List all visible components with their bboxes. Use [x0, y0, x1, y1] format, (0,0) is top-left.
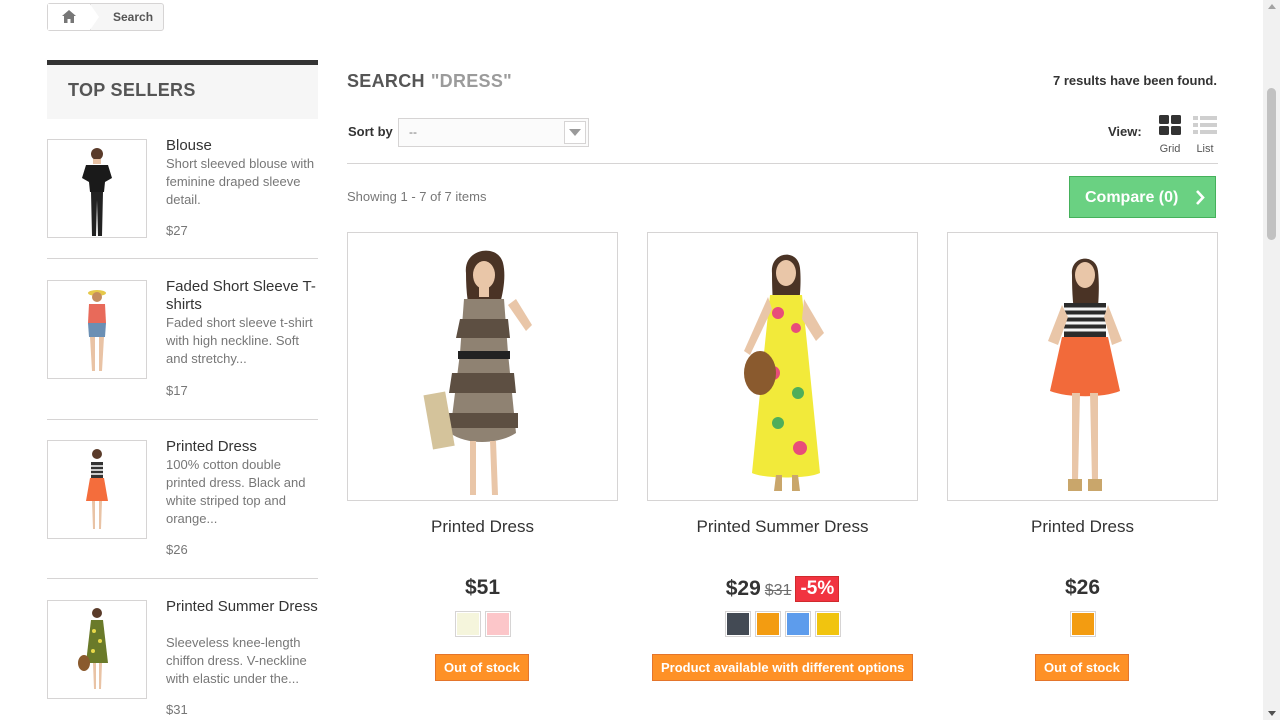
product-old-price: $31 — [764, 582, 792, 599]
view-list-button[interactable]: List — [1190, 114, 1220, 155]
top-seller-price: $27 — [166, 223, 188, 238]
top-seller-name[interactable]: Printed Summer Dress — [166, 598, 318, 616]
breadcrumb-home-link[interactable] — [48, 4, 91, 30]
breadcrumb-separator — [90, 4, 99, 30]
results-count: 7 results have been found. — [1053, 73, 1217, 88]
product-price: $26 — [1064, 576, 1101, 599]
top-seller-thumbnail[interactable] — [47, 600, 147, 699]
search-heading-label: SEARCH — [347, 71, 425, 91]
top-seller-description: 100% cotton double printed dress. Black … — [166, 457, 306, 526]
product-image[interactable] — [647, 232, 918, 501]
product-image[interactable] — [947, 232, 1218, 501]
top-seller-name[interactable]: Faded Short Sleeve T-shirts — [166, 278, 318, 314]
availability-badge: Out of stock — [435, 654, 529, 681]
chevron-down-icon[interactable] — [564, 121, 586, 144]
color-swatches — [947, 611, 1218, 637]
color-swatch[interactable] — [454, 611, 481, 637]
color-swatch[interactable] — [724, 611, 751, 637]
top-seller-description: Faded short sleeve t-shirt with high nec… — [166, 315, 313, 366]
divider — [347, 163, 1218, 164]
top-seller-thumbnail[interactable] — [47, 280, 147, 379]
view-list-label: List — [1196, 143, 1214, 155]
product-price-row: $29 $31 -5% — [647, 576, 918, 602]
scroll-down-arrow-icon[interactable] — [1268, 711, 1276, 716]
top-seller-name[interactable]: Blouse — [166, 137, 318, 155]
compare-button-label: Compare (0) — [1085, 189, 1179, 206]
breadcrumb-current: Search — [113, 10, 154, 24]
color-swatch[interactable] — [484, 611, 511, 637]
compare-button[interactable]: Compare (0) — [1069, 176, 1216, 218]
top-seller-price: $31 — [166, 702, 188, 717]
product-name[interactable]: Printed Dress — [347, 517, 618, 537]
chevron-right-icon — [1196, 190, 1205, 205]
top-sellers-title[interactable]: TOP SELLERS — [68, 80, 196, 101]
color-swatch[interactable] — [814, 611, 841, 637]
grid-icon — [1159, 115, 1181, 135]
product-price-row: $26 — [947, 576, 1218, 600]
divider — [47, 578, 318, 579]
scroll-up-arrow-icon[interactable] — [1268, 4, 1276, 9]
home-icon — [62, 10, 76, 23]
top-seller-name[interactable]: Printed Dress — [166, 438, 318, 456]
availability-badge: Product available with different options — [652, 654, 914, 681]
product-price-row: $51 — [347, 576, 618, 600]
breadcrumb: Search — [47, 3, 164, 31]
top-seller-description: Short sleeved blouse with feminine drape… — [166, 156, 315, 207]
top-sellers-header: TOP SELLERS — [47, 60, 318, 119]
color-swatch[interactable] — [1069, 611, 1096, 637]
top-seller-thumbnail[interactable] — [47, 139, 147, 238]
product-image[interactable] — [347, 232, 618, 501]
sort-by-select[interactable]: -- — [398, 118, 589, 147]
top-seller-thumbnail[interactable] — [47, 440, 147, 539]
product-name[interactable]: Printed Summer Dress — [647, 517, 918, 537]
search-term: "DRESS" — [430, 71, 512, 91]
color-swatches — [347, 611, 618, 637]
page-scrollbar[interactable] — [1263, 0, 1280, 720]
view-grid-label: Grid — [1159, 143, 1181, 155]
sort-by-value: -- — [409, 125, 417, 139]
divider — [47, 419, 318, 420]
top-seller-price: $26 — [166, 542, 188, 557]
product-name[interactable]: Printed Dress — [947, 517, 1218, 537]
color-swatches — [647, 611, 918, 637]
page-title: SEARCH "DRESS" — [347, 71, 512, 92]
product-price: $29 — [725, 577, 761, 600]
product-price: $51 — [464, 576, 501, 599]
availability-badge: Out of stock — [1035, 654, 1129, 681]
scroll-thumb[interactable] — [1267, 88, 1276, 240]
color-swatch[interactable] — [784, 611, 811, 637]
view-label: View: — [1108, 124, 1142, 139]
divider — [47, 258, 318, 259]
top-seller-description: Sleeveless knee-length chiffon dress. V-… — [166, 635, 307, 686]
sort-by-label: Sort by — [348, 124, 393, 139]
top-seller-price: $17 — [166, 383, 188, 398]
color-swatch[interactable] — [754, 611, 781, 637]
view-grid-button[interactable]: Grid — [1155, 114, 1185, 155]
list-icon — [1193, 116, 1217, 134]
showing-items-text: Showing 1 - 7 of 7 items — [347, 189, 487, 204]
top-sellers-block: TOP SELLERS Blouse Short sleeved blouse … — [47, 60, 318, 717]
discount-badge: -5% — [795, 576, 840, 602]
